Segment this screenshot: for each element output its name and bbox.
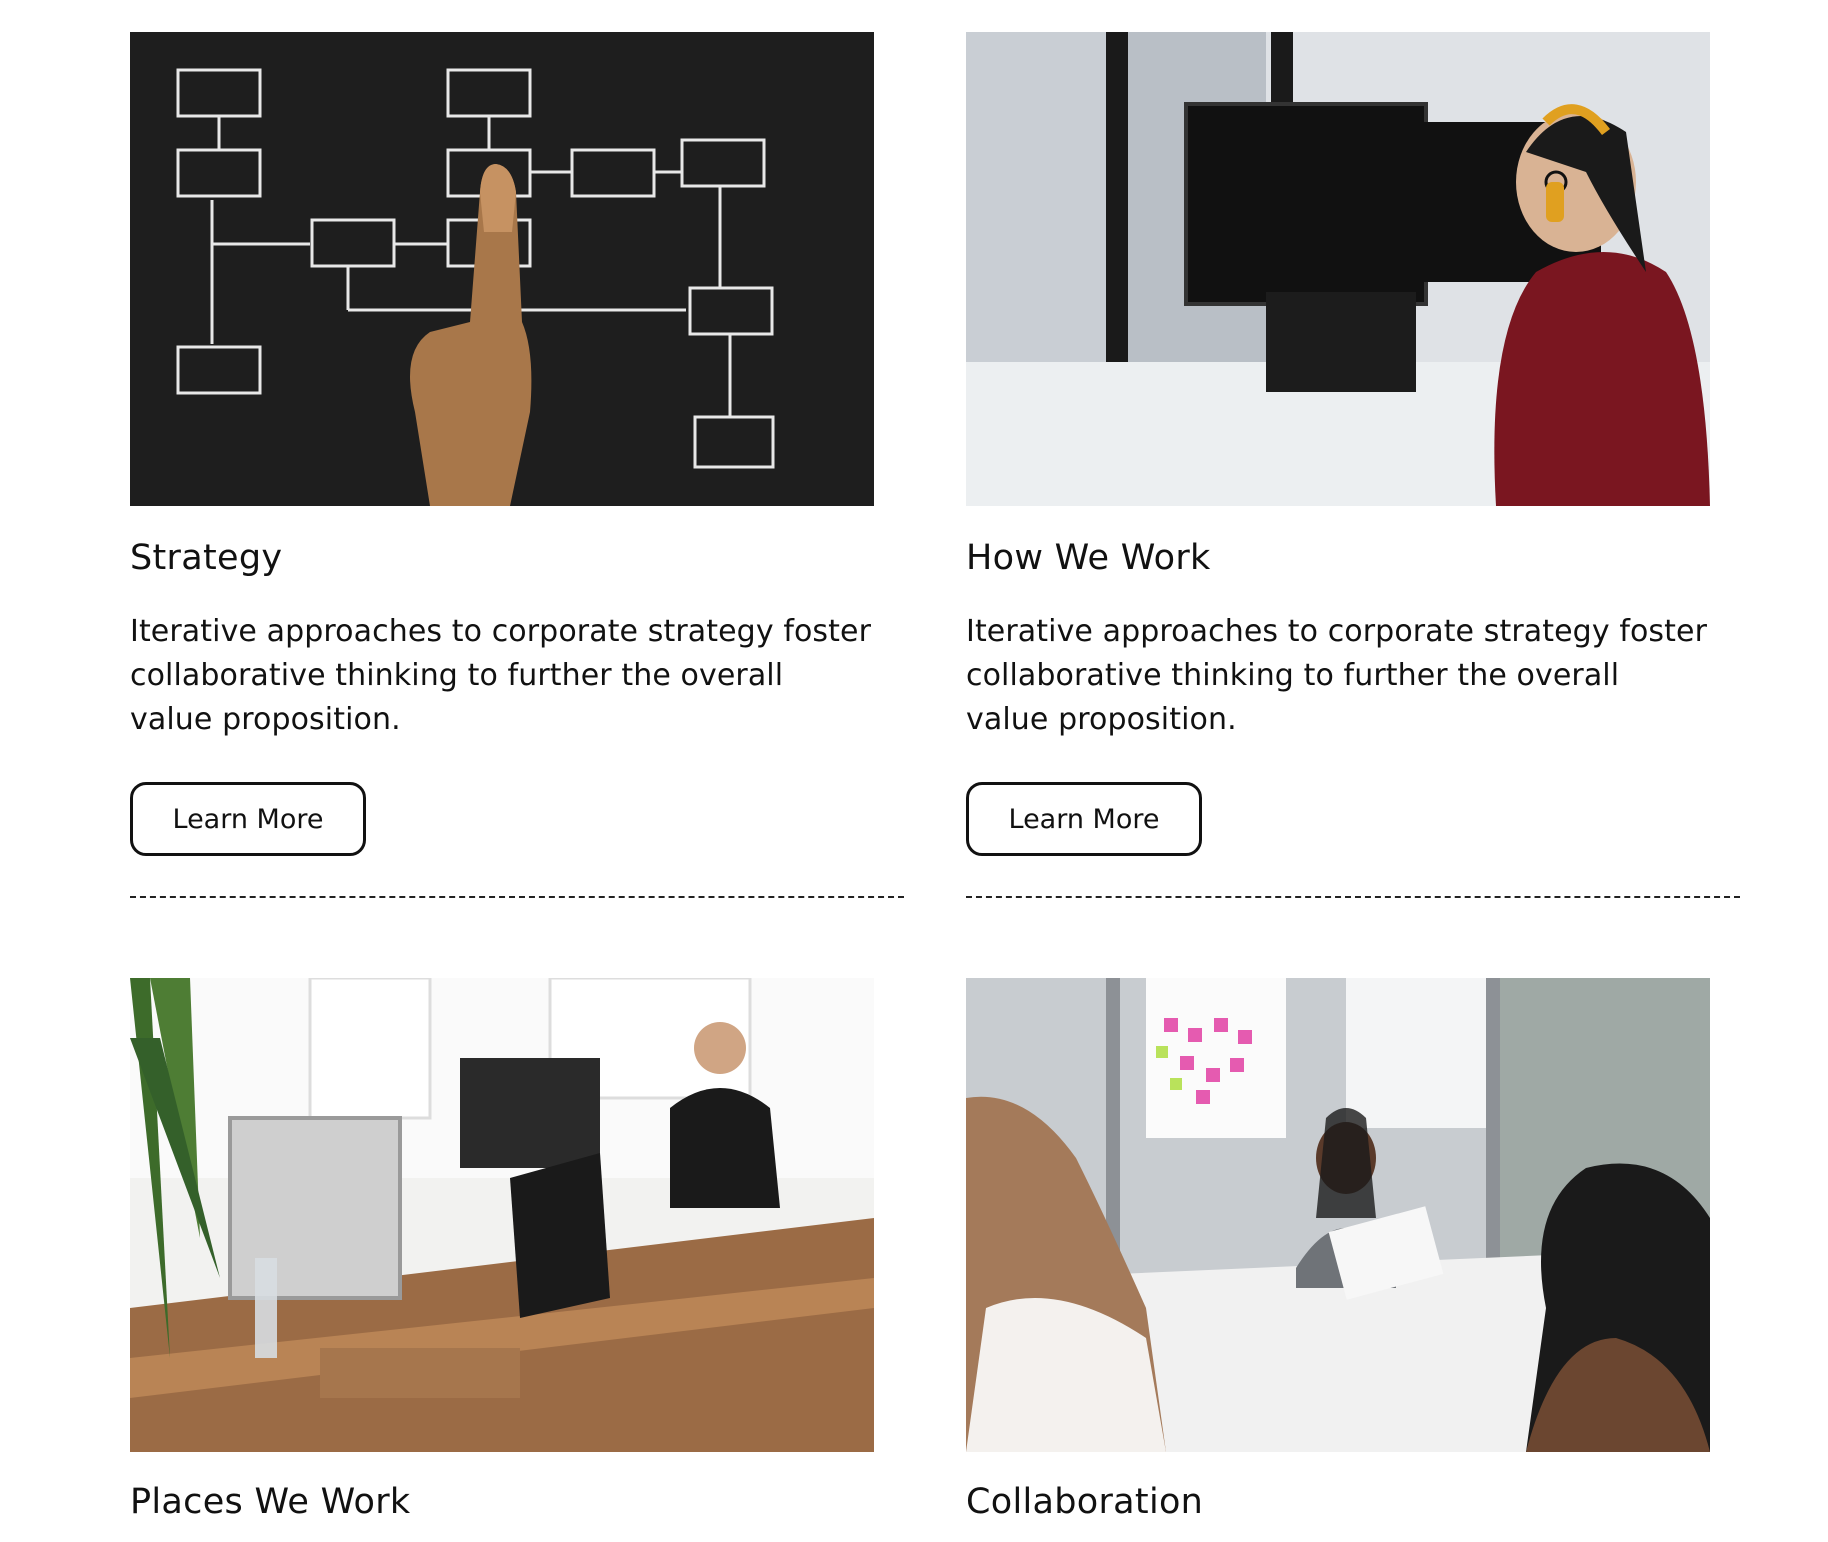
developer-at-standing-desk-photo [966, 32, 1710, 506]
card-title: Collaboration [966, 1482, 1204, 1522]
divider [130, 896, 904, 898]
learn-more-button[interactable]: Learn More [966, 782, 1202, 856]
card-description: Iterative approaches to corporate strate… [130, 614, 872, 737]
learn-more-button[interactable]: Learn More [130, 782, 366, 856]
open-office-workspace-photo [130, 978, 874, 1452]
card-places-we-work: Places We Work [130, 978, 874, 1542]
divider [966, 896, 1740, 898]
card-title: Places We Work [130, 1482, 411, 1522]
card-description: Iterative approaches to corporate strate… [966, 614, 1708, 737]
card-strategy: Strategy Iterative approaches to corpora… [130, 32, 904, 932]
team-meeting-photo [966, 978, 1710, 1452]
card-title: Strategy [130, 538, 283, 578]
card-how-we-work: How We Work Iterative approaches to corp… [966, 32, 1740, 932]
card-title: How We Work [966, 538, 1211, 578]
card-collaboration: Collaboration [966, 978, 1710, 1542]
flowchart-chalkboard-photo [130, 32, 874, 506]
